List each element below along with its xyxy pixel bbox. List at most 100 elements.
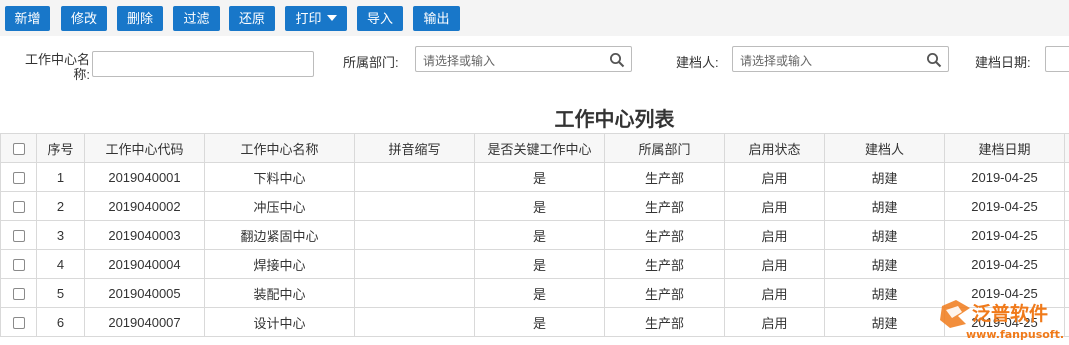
cell-department: 生产部 bbox=[604, 249, 725, 279]
row-select-cell bbox=[0, 307, 37, 337]
watermark-brand: 泛普软件 bbox=[972, 302, 1048, 325]
cell-code-link[interactable]: 2019040007 bbox=[84, 307, 205, 337]
row-checkbox[interactable] bbox=[12, 172, 25, 185]
watermark-url: www.fanpusoft.com bbox=[966, 328, 1064, 341]
work-center-table: 序号 工作中心代码 工作中心名称 拼音缩写 是否关键工作中心 所属部门 启用状态… bbox=[0, 133, 1069, 337]
cell-code-link[interactable]: 2019040003 bbox=[84, 220, 205, 250]
table-row[interactable]: 1 2019040001 下料中心 是 生产部 启用 胡建 2019-04-25 bbox=[0, 162, 1069, 192]
creator-placeholder: 请选择或输入 bbox=[740, 54, 813, 68]
row-checkbox[interactable] bbox=[12, 259, 25, 272]
print-button[interactable]: 打印 bbox=[285, 6, 347, 31]
column-header-department[interactable]: 所属部门 bbox=[604, 133, 725, 163]
cell-extra bbox=[1064, 249, 1069, 279]
cell-creator-link[interactable]: 胡建 bbox=[824, 278, 945, 308]
row-checkbox[interactable] bbox=[12, 288, 25, 301]
column-header-date[interactable]: 建档日期 bbox=[944, 133, 1065, 163]
cell-department: 生产部 bbox=[604, 162, 725, 192]
cell-department: 生产部 bbox=[604, 278, 725, 308]
restore-button[interactable]: 还原 bbox=[229, 6, 275, 31]
table-row[interactable]: 3 2019040003 翻边紧固中心 是 生产部 启用 胡建 2019-04-… bbox=[0, 220, 1069, 250]
row-select-cell bbox=[0, 249, 37, 279]
cell-creator-link[interactable]: 胡建 bbox=[824, 249, 945, 279]
row-checkbox[interactable] bbox=[12, 317, 25, 330]
cell-status: 启用 bbox=[724, 162, 825, 192]
select-all-checkbox[interactable] bbox=[12, 143, 25, 156]
column-header-key[interactable]: 是否关键工作中心 bbox=[474, 133, 605, 163]
date-input[interactable] bbox=[1045, 46, 1069, 72]
cell-pinyin bbox=[354, 307, 475, 337]
work-center-name-input[interactable] bbox=[92, 51, 314, 77]
table-row[interactable]: 2 2019040002 冲压中心 是 生产部 启用 胡建 2019-04-25 bbox=[0, 191, 1069, 221]
cell-index: 6 bbox=[36, 307, 85, 337]
search-icon[interactable] bbox=[609, 52, 625, 68]
cell-name-link[interactable]: 冲压中心 bbox=[204, 191, 355, 221]
date-label: 建档日期: bbox=[975, 55, 1031, 70]
row-checkbox[interactable] bbox=[12, 230, 25, 243]
column-header-extra bbox=[1064, 133, 1069, 163]
cell-index: 5 bbox=[36, 278, 85, 308]
delete-button[interactable]: 删除 bbox=[117, 6, 163, 31]
search-icon[interactable] bbox=[926, 52, 942, 68]
cell-status: 启用 bbox=[724, 191, 825, 221]
cell-key: 是 bbox=[474, 191, 605, 221]
column-header-pinyin[interactable]: 拼音缩写 bbox=[354, 133, 475, 163]
cell-code-link[interactable]: 2019040004 bbox=[84, 249, 205, 279]
cell-name-link[interactable]: 焊接中心 bbox=[204, 249, 355, 279]
cell-pinyin bbox=[354, 249, 475, 279]
cell-pinyin bbox=[354, 278, 475, 308]
cell-index: 1 bbox=[36, 162, 85, 192]
column-header-code[interactable]: 工作中心代码 bbox=[84, 133, 205, 163]
cell-extra bbox=[1064, 162, 1069, 192]
cell-status: 启用 bbox=[724, 220, 825, 250]
cell-name-link[interactable]: 下料中心 bbox=[204, 162, 355, 192]
cell-name-link[interactable]: 装配中心 bbox=[204, 278, 355, 308]
table-row[interactable]: 6 2019040007 设计中心 是 生产部 启用 胡建 2019-04-25 bbox=[0, 307, 1069, 337]
row-select-cell bbox=[0, 191, 37, 221]
cell-key: 是 bbox=[474, 220, 605, 250]
toolbar: 新增 修改 删除 过滤 还原 打印 导入 输出 bbox=[0, 0, 1069, 36]
cell-key: 是 bbox=[474, 162, 605, 192]
cell-date: 2019-04-25 bbox=[944, 162, 1065, 192]
column-header-creator[interactable]: 建档人 bbox=[824, 133, 945, 163]
cell-creator-link[interactable]: 胡建 bbox=[824, 191, 945, 221]
cell-extra bbox=[1064, 191, 1069, 221]
table-row[interactable]: 4 2019040004 焊接中心 是 生产部 启用 胡建 2019-04-25 bbox=[0, 249, 1069, 279]
cell-name-link[interactable]: 设计中心 bbox=[204, 307, 355, 337]
department-select[interactable]: 请选择或输入 bbox=[415, 46, 632, 72]
cell-code-link[interactable]: 2019040001 bbox=[84, 162, 205, 192]
column-header-status[interactable]: 启用状态 bbox=[724, 133, 825, 163]
cell-code-link[interactable]: 2019040002 bbox=[84, 191, 205, 221]
cell-extra bbox=[1064, 278, 1069, 308]
select-all-cell bbox=[0, 133, 37, 163]
creator-label: 建档人: bbox=[676, 55, 719, 70]
cell-key: 是 bbox=[474, 278, 605, 308]
cell-status: 启用 bbox=[724, 249, 825, 279]
print-button-label: 打印 bbox=[295, 11, 322, 26]
row-select-cell bbox=[0, 162, 37, 192]
export-button[interactable]: 输出 bbox=[413, 6, 460, 31]
add-button[interactable]: 新增 bbox=[5, 6, 50, 31]
cell-department: 生产部 bbox=[604, 307, 725, 337]
fanpusoft-watermark-logo: 泛普软件 www.fanpusoft.com bbox=[940, 300, 1064, 341]
edit-button[interactable]: 修改 bbox=[61, 6, 107, 31]
department-placeholder: 请选择或输入 bbox=[423, 54, 496, 68]
cell-pinyin bbox=[354, 162, 475, 192]
import-button[interactable]: 导入 bbox=[357, 6, 403, 31]
row-checkbox[interactable] bbox=[12, 201, 25, 214]
column-header-name[interactable]: 工作中心名称 bbox=[204, 133, 355, 163]
cell-index: 4 bbox=[36, 249, 85, 279]
row-select-cell bbox=[0, 278, 37, 308]
cell-creator-link[interactable]: 胡建 bbox=[824, 162, 945, 192]
cell-key: 是 bbox=[474, 307, 605, 337]
cell-name-link[interactable]: 翻边紧固中心 bbox=[204, 220, 355, 250]
filter-button[interactable]: 过滤 bbox=[173, 6, 220, 31]
department-label: 所属部门: bbox=[343, 55, 399, 70]
cell-department: 生产部 bbox=[604, 191, 725, 221]
table-row[interactable]: 5 2019040005 装配中心 是 生产部 启用 胡建 2019-04-25 bbox=[0, 278, 1069, 308]
cell-creator-link[interactable]: 胡建 bbox=[824, 220, 945, 250]
cell-creator-link[interactable]: 胡建 bbox=[824, 307, 945, 337]
column-header-index[interactable]: 序号 bbox=[36, 133, 85, 163]
cell-date: 2019-04-25 bbox=[944, 220, 1065, 250]
cell-code-link[interactable]: 2019040005 bbox=[84, 278, 205, 308]
creator-select[interactable]: 请选择或输入 bbox=[732, 46, 949, 72]
